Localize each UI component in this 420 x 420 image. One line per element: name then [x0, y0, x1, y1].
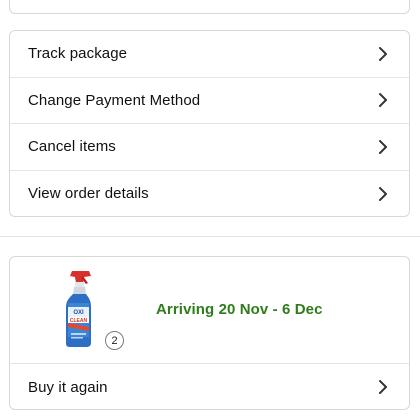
chevron-right-icon [377, 139, 389, 154]
change-payment-method-label: Change Payment Method [28, 91, 201, 109]
cancel-items-row[interactable]: Cancel items [10, 124, 409, 171]
chevron-right-icon [377, 46, 389, 61]
view-order-details-label: View order details [28, 185, 149, 203]
chevron-right-icon [377, 93, 389, 108]
quantity-badge: 2 [105, 331, 124, 350]
arrival-status: Arriving 20 Nov - 6 Dec [156, 301, 323, 318]
shipment-summary[interactable]: OXI CLEAN 2 Arriving 20 Nov - 6 Dec [10, 257, 409, 364]
svg-text:CLEAN: CLEAN [70, 318, 88, 324]
cancel-items-label: Cancel items [28, 138, 116, 156]
order-actions-card: Track package Change Payment Method Canc… [9, 30, 410, 217]
chevron-right-icon [377, 380, 389, 394]
buy-it-again-row[interactable]: Buy it again [10, 364, 409, 409]
buy-it-again-label: Buy it again [28, 378, 108, 396]
product-image[interactable]: OXI CLEAN [62, 267, 102, 349]
svg-text:OXI: OXI [73, 310, 84, 316]
previous-card [9, 0, 410, 14]
section-divider [0, 236, 420, 237]
track-package-label: Track package [28, 45, 128, 63]
view-order-details-row[interactable]: View order details [10, 171, 409, 217]
order-page: Track package Change Payment Method Canc… [0, 0, 420, 420]
change-payment-method-row[interactable]: Change Payment Method [10, 78, 409, 124]
shipment-card: OXI CLEAN 2 Arriving 20 Nov - 6 Dec Buy … [9, 256, 410, 410]
chevron-right-icon [377, 186, 389, 201]
track-package-row[interactable]: Track package [10, 31, 409, 78]
